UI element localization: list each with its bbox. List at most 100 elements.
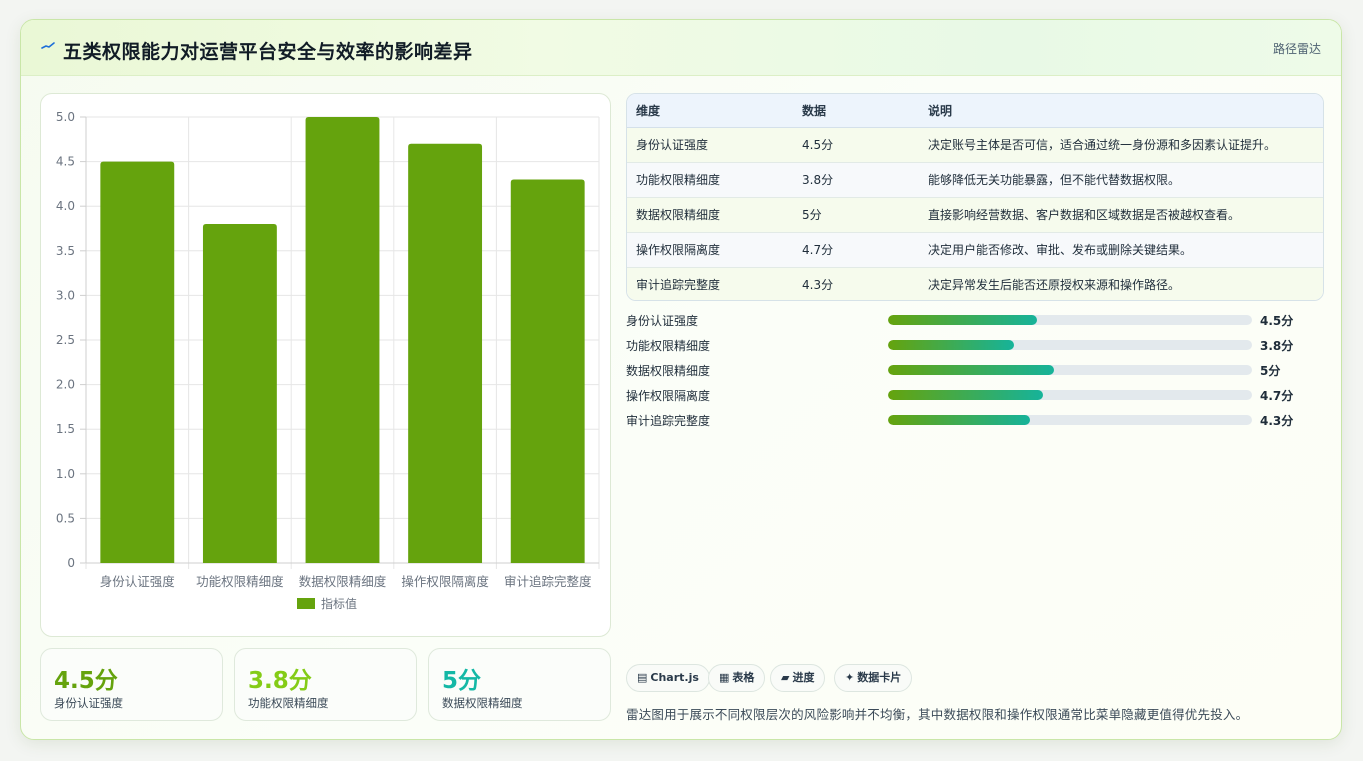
stat-card: 5分 数据权限精细度: [428, 648, 611, 721]
tag-chartjs[interactable]: ▤ Chart.js: [626, 664, 710, 692]
table-cell: 决定账号主体是否可信，适合通过统一身份源和多因素认证提升。: [919, 127, 1323, 163]
table-cell: 审计追踪完整度: [627, 267, 793, 300]
y-tick-label: 1.5: [56, 422, 75, 436]
table-cell: 4.7分: [793, 232, 919, 268]
progress-value: 3.8分: [1260, 339, 1294, 353]
progress-value: 5分: [1260, 364, 1281, 378]
y-tick-label: 3.5: [56, 244, 75, 258]
table-cell: 能够降低无关功能暴露，但不能代替数据权限。: [919, 162, 1323, 198]
y-tick-label: 0.5: [56, 511, 75, 525]
x-tick-label: 数据权限精细度: [299, 574, 387, 589]
dashboard-card: 五类权限能力对运营平台安全与效率的影响差异 路径雷达 0 0.5 1.0 1.5 2.0…: [20, 19, 1342, 740]
table-cell: 4.3分: [793, 267, 919, 300]
progress-label: 数据权限精细度: [626, 364, 711, 378]
bar-chart-panel: 0 0.5 1.0 1.5 2.0 2.5 3.0 3.5 4.0 4.5 5.0 身份认证强度 功能权…: [40, 93, 611, 637]
table-cell: 直接影响经营数据、客户数据和区域数据是否被越权查看。: [919, 197, 1323, 233]
progress-track: [888, 390, 1252, 400]
stat-label: 功能权限精细度: [248, 696, 329, 710]
table-row: 操作权限隔离度 4.7分 决定用户能否修改、审批、发布或删除关键结果。: [627, 232, 1323, 268]
y-tick-label: 2.5: [56, 333, 75, 347]
stat-label: 数据权限精细度: [442, 696, 523, 710]
bar: [408, 143, 483, 563]
stat-value: 4.5分: [54, 668, 118, 694]
tag-label: Chart.js: [650, 671, 699, 684]
stat-card: 3.8分 功能权限精细度: [234, 648, 417, 721]
table-cell: 4.5分: [793, 127, 919, 163]
header-label: 路径雷达: [1272, 42, 1321, 56]
progress-value: 4.7分: [1260, 389, 1294, 403]
table-icon: ▦: [719, 671, 730, 684]
bar: [202, 224, 277, 564]
tag-progress[interactable]: ▰ 进度: [770, 664, 826, 692]
progress-label: 身份认证强度: [626, 314, 699, 328]
legend-label: 指标值: [321, 596, 357, 611]
table-row: 审计追踪完整度 4.3分 决定异常发生后能否还原授权来源和操作路径。: [627, 267, 1323, 300]
bar-chart: 0 0.5 1.0 1.5 2.0 2.5 3.0 3.5 4.0 4.5 5.0 身份认证强度 功能权…: [56, 110, 600, 611]
progress-value: 4.5分: [1260, 314, 1294, 328]
progress-track: [888, 415, 1252, 425]
table-row: 数据权限精细度 5分 直接影响经营数据、客户数据和区域数据是否被越权查看。: [627, 197, 1323, 233]
y-tick-label: 4.0: [56, 199, 75, 213]
table-cell: 5分: [793, 197, 919, 233]
progress-label: 审计追踪完整度: [626, 414, 711, 428]
y-tick-label: 5.0: [56, 110, 75, 124]
column-header: 说明: [919, 94, 1323, 128]
table-row: 功能权限精细度 3.8分 能够降低无关功能暴露，但不能代替数据权限。: [627, 162, 1323, 198]
x-tick-label: 审计追踪完整度: [504, 574, 592, 589]
y-tick-label: 1.0: [56, 467, 75, 481]
progress-fill: [888, 365, 1054, 375]
card-icon: ✦: [845, 671, 855, 684]
tag-label: 进度: [792, 671, 815, 684]
bar: [510, 179, 585, 563]
column-header: 数据: [793, 94, 919, 128]
page-title: 五类权限能力对运营平台安全与效率的影响差异: [63, 41, 473, 63]
table-cell: 3.8分: [793, 162, 919, 198]
table-cell: 身份认证强度: [627, 127, 793, 163]
bar: [100, 161, 175, 563]
table-cell: 操作权限隔离度: [627, 232, 793, 268]
data-table: 维度 数据 说明 身份认证强度 4.5分 决定账号主体是否可信，适合通过统一身份…: [626, 93, 1324, 301]
progress-fill: [888, 340, 1014, 350]
header-bar: 五类权限能力对运营平台安全与效率的影响差异 路径雷达: [21, 20, 1341, 76]
stat-value: 5分: [442, 668, 482, 694]
x-tick-label: 功能权限精细度: [196, 574, 284, 589]
progress-track: [888, 340, 1252, 350]
bar: [305, 117, 380, 563]
y-tick-label: 3.0: [56, 288, 75, 302]
x-tick-label: 操作权限隔离度: [401, 574, 489, 589]
progress-fill: [888, 315, 1038, 325]
stat-value: 3.8分: [248, 668, 312, 694]
y-tick-label: 2.0: [56, 378, 75, 392]
tag-table[interactable]: ▦ 表格: [708, 664, 766, 692]
table-cell: 决定异常发生后能否还原授权来源和操作路径。: [919, 267, 1323, 300]
tag-label: 表格: [732, 671, 755, 684]
progress-track: [888, 315, 1252, 325]
y-tick-label: 4.5: [56, 155, 75, 169]
progress-row: 操作权限隔离度 4.7分: [626, 387, 1324, 403]
progress-track: [888, 365, 1252, 375]
tag-label: 数据卡片: [857, 671, 902, 684]
y-tick-label: 0: [67, 556, 75, 570]
table-row: 身份认证强度 4.5分 决定账号主体是否可信，适合通过统一身份源和多因素认证提升…: [627, 127, 1323, 163]
progress-row: 功能权限精细度 3.8分: [626, 337, 1324, 353]
footer-note: 雷达图用于展示不同权限层次的风险影响并不均衡，其中数据权限和操作权限通常比菜单隐…: [626, 707, 1249, 722]
progress-row: 数据权限精细度 5分: [626, 362, 1324, 378]
table-cell: 数据权限精细度: [627, 197, 793, 233]
x-tick-label: 身份认证强度: [100, 574, 176, 589]
progress-fill: [888, 390, 1044, 400]
stat-label: 身份认证强度: [54, 696, 123, 710]
tag-data-card[interactable]: ✦ 数据卡片: [834, 664, 913, 692]
column-header: 维度: [627, 94, 793, 128]
table-header-row: 维度 数据 说明: [627, 94, 1323, 128]
chart-icon: ▤: [637, 671, 648, 684]
progress-row: 身份认证强度 4.5分: [626, 312, 1324, 328]
progress-row: 审计追踪完整度 4.3分: [626, 412, 1324, 428]
progress-label: 功能权限精细度: [626, 339, 711, 353]
stat-card: 4.5分 身份认证强度: [40, 648, 223, 721]
table-cell: 决定用户能否修改、审批、发布或删除关键结果。: [919, 232, 1323, 268]
progress-value: 4.3分: [1260, 414, 1294, 428]
progress-icon: ▰: [781, 671, 790, 684]
legend-swatch: [297, 598, 315, 609]
progress-fill: [888, 415, 1030, 425]
sparkline-icon: [41, 42, 55, 49]
